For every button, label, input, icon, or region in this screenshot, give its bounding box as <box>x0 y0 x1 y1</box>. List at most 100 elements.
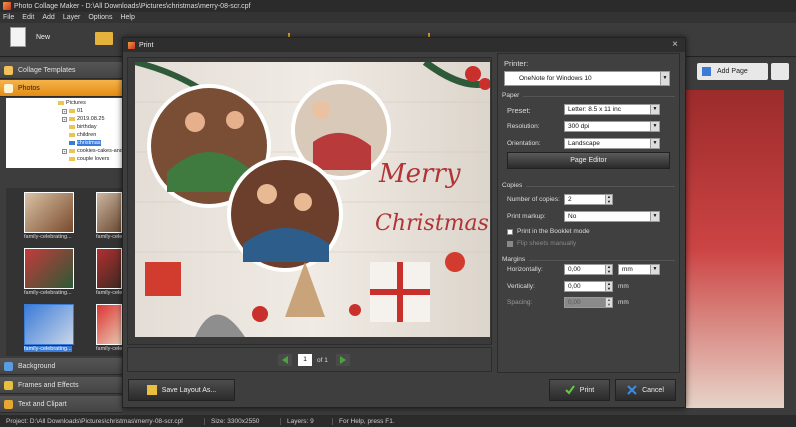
collage-templates-header[interactable]: Collage Templates <box>0 62 122 79</box>
horizontal-margin-label: Horizontally: <box>507 266 543 273</box>
photo-thumbnail-selected[interactable]: family-celebrating... <box>24 304 74 356</box>
star-icon <box>4 65 13 75</box>
chevron-down-icon[interactable]: ▼ <box>650 105 659 114</box>
page-editor-label: Page Editor <box>570 157 607 164</box>
status-size: Size: 3300x2550 <box>205 417 281 425</box>
checkmark-icon <box>565 385 575 395</box>
text-clipart-header[interactable]: Text and Clipart <box>0 396 122 413</box>
menu-layer[interactable]: Layer <box>63 14 81 21</box>
tree-item[interactable]: + cookies-cakes-and <box>62 148 123 154</box>
menu-file[interactable]: File <box>3 14 14 21</box>
open-folder-icon[interactable] <box>95 32 113 45</box>
folder-icon <box>69 125 75 129</box>
folder-icon <box>69 149 75 153</box>
thumbnail-image <box>96 248 122 289</box>
page-editor-button[interactable]: Page Editor <box>507 152 670 169</box>
chevron-down-icon[interactable]: ▼ <box>650 212 659 221</box>
tree-item[interactable]: birthday <box>69 124 97 130</box>
expand-icon[interactable]: + <box>62 108 67 114</box>
background-header[interactable]: Background <box>0 358 122 375</box>
chevron-down-icon[interactable]: ▼ <box>660 72 669 85</box>
app-logo-icon <box>3 2 11 10</box>
preset-label: Preset: <box>507 106 531 115</box>
chevron-down-icon[interactable]: ▼ <box>650 139 659 148</box>
thumbnail-image <box>96 192 122 233</box>
spacing-label: Spacing: <box>507 299 533 306</box>
folder-icon <box>69 133 75 137</box>
preset-select[interactable]: Letter: 8.5 x 11 inc ▼ <box>564 104 660 115</box>
folder-icon <box>69 109 75 113</box>
vertical-margin-value: 0,00 <box>568 283 581 290</box>
collage-text-christmas: Christmas! <box>375 211 490 236</box>
expand-icon[interactable]: + <box>62 116 67 122</box>
arrow-right-icon <box>340 356 346 364</box>
folder-icon <box>69 157 75 161</box>
print-dialog-icon <box>128 41 135 49</box>
dialog-title: Print <box>139 41 154 49</box>
menu-help[interactable]: Help <box>120 14 134 21</box>
menu-options[interactable]: Options <box>88 14 112 21</box>
frames-icon <box>4 380 13 390</box>
thumbnail-image <box>24 304 74 345</box>
next-page-button[interactable] <box>336 354 350 366</box>
new-document-icon <box>10 27 26 47</box>
chevron-down-icon[interactable]: ▼ <box>650 265 659 274</box>
photo-thumbnail[interactable]: family-celebrating... <box>24 248 74 300</box>
horizontal-margin-stepper[interactable]: 0,00 ▲ ▼ <box>564 264 613 275</box>
photos-header[interactable]: Photos <box>0 80 122 97</box>
chevron-down-icon[interactable]: ▼ <box>650 122 659 131</box>
photo-thumbnail[interactable]: family-celebrati... <box>96 304 138 356</box>
orientation-select[interactable]: Landscape ▼ <box>564 138 660 149</box>
expand-icon[interactable]: + <box>62 148 67 154</box>
unit-select[interactable]: mm ▼ <box>618 264 660 275</box>
tree-item-selected[interactable]: christmas <box>69 140 101 146</box>
add-page-icon <box>702 67 711 76</box>
spin-arrows-icon: ▲ ▼ <box>605 297 612 307</box>
copies-stepper[interactable]: 2 ▲ ▼ <box>564 194 613 205</box>
thumbnail-label: family-celebrating... <box>24 346 72 352</box>
page-navigator: 1 of 1 <box>127 347 492 372</box>
frames-effects-header[interactable]: Frames and Effects <box>0 377 122 394</box>
photo-thumbnail[interactable]: family-celebrating... <box>24 192 74 244</box>
booklet-checkbox[interactable]: Print in the Booklet mode <box>507 228 590 235</box>
thumbnail-label: family-celebrating... <box>24 290 72 296</box>
spin-arrows-icon[interactable]: ▲ ▼ <box>605 281 612 291</box>
resolution-select[interactable]: 300 dpi ▼ <box>564 121 660 132</box>
vertical-margin-stepper[interactable]: 0,00 ▲ ▼ <box>564 281 613 292</box>
page-number-input[interactable]: 1 <box>298 354 312 366</box>
spin-arrows-icon[interactable]: ▲ ▼ <box>605 264 612 274</box>
cancel-button[interactable]: Cancel <box>615 379 676 401</box>
new-button[interactable]: New <box>10 27 50 47</box>
menu-bar: File Edit Add Layer Options Help <box>0 12 796 23</box>
menu-edit[interactable]: Edit <box>22 14 34 21</box>
status-bar: Project: D:\All Downloads\Pictures\chris… <box>0 415 796 427</box>
print-button[interactable]: Print <box>549 379 610 401</box>
photo-thumbnail[interactable]: family-celebrati... <box>96 248 138 300</box>
app-titlebar: Photo Collage Maker - D:\All Downloads\P… <box>0 0 796 12</box>
page-options-button[interactable] <box>771 63 789 80</box>
tree-item[interactable]: Pictures <box>58 100 86 106</box>
thumbnail-grid: family-celebrating... family-celebrati..… <box>6 188 138 356</box>
tree-item[interactable]: couple lovers <box>69 156 109 162</box>
print-settings-panel: Printer: OneNote for Windows 10 ▼ Paper … <box>497 53 680 373</box>
photos-label: Photos <box>18 84 40 92</box>
save-layout-button[interactable]: Save Layout As... <box>128 379 235 401</box>
tree-item[interactable]: +2019.08.25 <box>62 116 105 122</box>
photo-thumbnail[interactable]: family-celebrati... <box>96 192 138 244</box>
markup-select[interactable]: No ▼ <box>564 211 660 222</box>
collage-templates-label: Collage Templates <box>18 66 76 74</box>
tree-item[interactable]: children <box>69 132 96 138</box>
prev-page-button[interactable] <box>278 354 292 366</box>
checkbox-icon[interactable] <box>507 228 513 235</box>
save-layout-label: Save Layout As... <box>161 386 217 394</box>
menu-add[interactable]: Add <box>42 14 54 21</box>
printer-select[interactable]: OneNote for Windows 10 ▼ <box>504 71 670 86</box>
spin-arrows-icon[interactable]: ▲ ▼ <box>605 194 612 204</box>
close-icon[interactable]: × <box>672 39 678 50</box>
frames-effects-label: Frames and Effects <box>18 381 79 389</box>
tree-item-label: Pictures <box>66 100 86 106</box>
status-layers: Layers: 9 <box>281 417 333 425</box>
add-page-button[interactable]: Add Page <box>697 63 768 80</box>
collage-canvas[interactable] <box>686 90 784 408</box>
tree-item[interactable]: +01 <box>62 108 83 114</box>
